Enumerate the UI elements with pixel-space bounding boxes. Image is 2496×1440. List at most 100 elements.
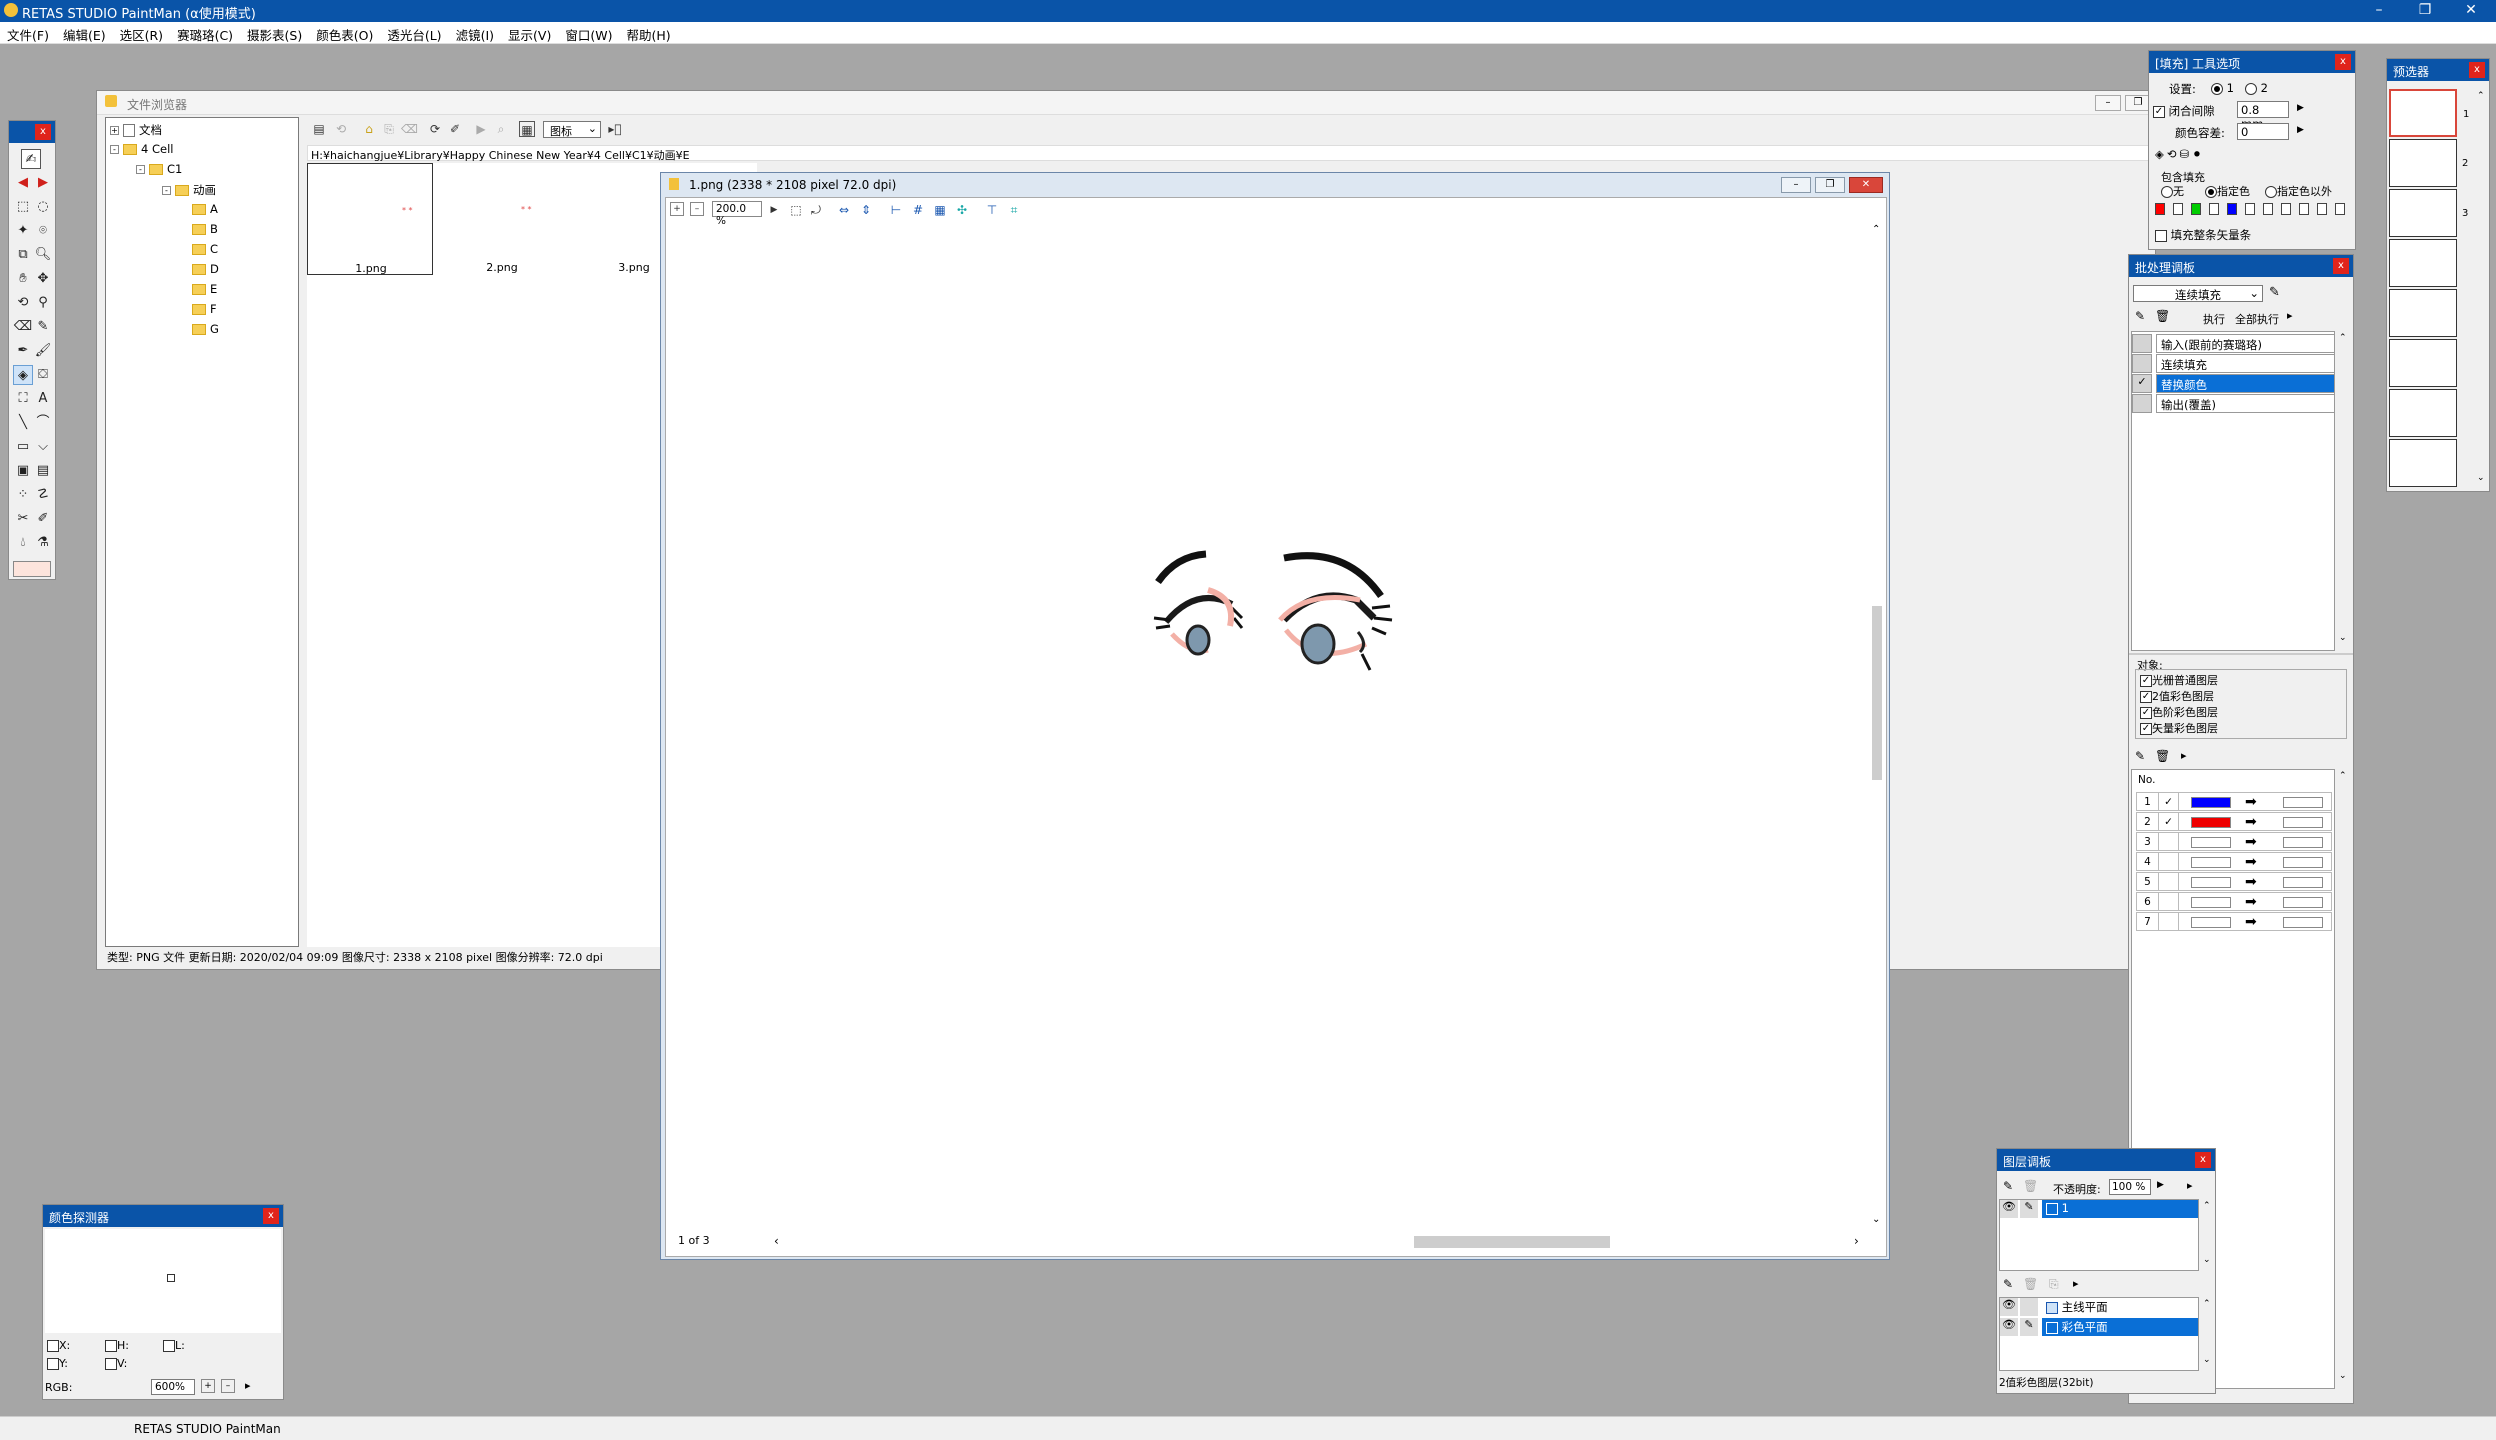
target-color-swatch[interactable] (2283, 917, 2323, 928)
fill-mode-icons[interactable]: ◈⟲⛁⚫ (2155, 147, 2205, 161)
preview-frame[interactable] (2389, 389, 2457, 437)
color-probe-close-icon[interactable]: x (263, 1208, 279, 1224)
menu-view[interactable]: 显示(V) (501, 22, 558, 44)
browser-view-icon[interactable]: ▤ (311, 121, 327, 137)
target-color-swatch[interactable] (2283, 877, 2323, 888)
preview-frame[interactable]: 1 (2389, 89, 2469, 137)
color-replace-row[interactable]: 6 ➡ (2136, 892, 2332, 911)
tolerance-field[interactable]: 0 (2237, 123, 2289, 140)
color-replace-row[interactable]: 4 ➡ (2136, 852, 2332, 871)
menu-edit[interactable]: 编辑(E) (56, 22, 113, 44)
browser-search-icon[interactable]: ⌕ (493, 121, 509, 137)
target-raster[interactable]: ✓ 光栅普通图层 (2140, 672, 2218, 688)
include-color-swatch[interactable] (2155, 203, 2165, 215)
row-enable-checkbox[interactable]: ✓ (2159, 793, 2179, 811)
eyedropper-icon[interactable]: ⚲ (33, 293, 53, 313)
vector-fill-checkbox[interactable]: 填充整条矢量条 (2155, 227, 2251, 243)
browser-menu-icon[interactable]: ▸⃒ (607, 121, 623, 137)
pencil-icon[interactable]: ✎ (33, 317, 53, 337)
ruler-icon[interactable]: ⊢ (888, 202, 904, 218)
browser-refresh-icon[interactable]: ⟳ (427, 121, 443, 137)
include-color-swatch[interactable] (2281, 203, 2291, 215)
paint-icon[interactable]: ✐ (33, 509, 53, 529)
tree-item-4cell[interactable]: -4 Cell (110, 142, 173, 156)
stamp-icon[interactable]: ⛋ (33, 365, 53, 385)
prev-frame-icon[interactable]: ◀ (13, 173, 33, 193)
browser-thumbnail-icon[interactable]: ▦ (519, 121, 535, 137)
tree-item-c[interactable]: C (192, 242, 218, 256)
scroll-right-icon[interactable]: › (1854, 1234, 1859, 1248)
close-gap-checkbox[interactable]: ✓ 闭合间隙 (2153, 103, 2215, 119)
probe-menu-icon[interactable]: ▸ (245, 1379, 251, 1392)
preview-frame[interactable]: 2 (2389, 139, 2468, 187)
fill-options-close-icon[interactable]: x (2335, 54, 2351, 70)
horizontal-scroll-thumb[interactable] (1414, 1236, 1610, 1248)
batch-edit-icon[interactable]: ✎ (2269, 285, 2280, 300)
preview-frame[interactable] (2389, 439, 2457, 487)
rotate-icon[interactable]: ⟲ (13, 293, 33, 313)
colorlist-new-icon[interactable]: ✎ (2135, 749, 2145, 763)
source-color-swatch[interactable] (2191, 897, 2231, 908)
color-replace-row[interactable]: 2 ✓ ➡ (2136, 812, 2332, 831)
file-browser-minimize-icon[interactable]: – (2095, 95, 2121, 111)
source-color-swatch[interactable] (2191, 797, 2231, 808)
include-color-swatch[interactable] (2263, 203, 2273, 215)
tree-item-f[interactable]: F (192, 302, 217, 316)
transform-icon[interactable]: ⧉ (13, 245, 33, 265)
color-table-scrollbar[interactable]: ⌃ ⌄ (2337, 769, 2351, 1389)
smudge-icon[interactable]: ☡ (33, 485, 53, 505)
thumbnail-1[interactable]: * * 1.png (307, 163, 433, 275)
menu-selection[interactable]: 选区(R) (113, 22, 170, 44)
line-icon[interactable]: ╲ (13, 413, 33, 433)
fit-height-icon[interactable]: ⇕ (858, 202, 874, 218)
zoom-field[interactable]: 200.0 % (712, 201, 762, 227)
include-color-swatch[interactable] (2173, 203, 2183, 215)
probe-zoom-select[interactable]: 600% (151, 1379, 195, 1395)
target-binary[interactable]: ✓ 2值彩色图层 (2140, 688, 2214, 704)
close-icon[interactable]: ✕ (2448, 0, 2494, 22)
lighttable-icon[interactable]: ✣ (954, 202, 970, 218)
tree-item-documents[interactable]: + 文档 (110, 122, 162, 138)
lasso-icon[interactable]: ◌ (33, 197, 53, 217)
layer-delete-icon[interactable]: 🗑︎ (2023, 1179, 2038, 1193)
batch-new-icon[interactable]: ✎ (2135, 309, 2145, 323)
flask-icon[interactable]: ⚗ (33, 533, 53, 553)
browser-brush-icon[interactable]: ✐ (447, 121, 463, 137)
colorlist-delete-icon[interactable]: 🗑︎ (2155, 749, 2170, 763)
eraser-icon[interactable]: ⌫ (13, 317, 33, 337)
scroll-up-icon[interactable]: ⌃ (1872, 224, 1880, 235)
fit-width-icon[interactable]: ⇔ (836, 202, 852, 218)
cel-scrollbar[interactable]: ⌃ ⌄ (2201, 1199, 2215, 1271)
thumbnail-2[interactable]: * * 2.png (439, 163, 565, 275)
row-enable-checkbox[interactable] (2159, 913, 2179, 931)
zoom-menu-icon[interactable]: ▶ (766, 202, 782, 218)
pen-icon[interactable]: ✒ (13, 341, 33, 361)
row-enable-checkbox[interactable]: ✓ (2159, 813, 2179, 831)
include-color-swatch[interactable] (2227, 203, 2237, 215)
include-none-radio[interactable]: 无 (2161, 183, 2184, 199)
browser-play-icon[interactable]: ▶ (473, 121, 489, 137)
preview-frame[interactable]: 3 (2389, 189, 2468, 237)
row-enable-checkbox[interactable] (2159, 893, 2179, 911)
target-color-swatch[interactable] (2283, 797, 2323, 808)
menu-color-chart[interactable]: 颜色表(O) (309, 22, 380, 44)
trace-icon[interactable]: ✂ (13, 509, 33, 529)
layer-menu-icon[interactable]: ▸ (2187, 1179, 2193, 1192)
target-vector[interactable]: ✓ 矢量彩色图层 (2140, 720, 2218, 736)
include-color-swatches[interactable] (2155, 201, 2355, 217)
cel-row[interactable]: 👁︎ ✎ 1 (2000, 1200, 2198, 1219)
spray-icon[interactable]: ⁘ (13, 485, 33, 505)
target-color-swatch[interactable] (2283, 857, 2323, 868)
batch-step-input[interactable]: 输入(跟前的赛璐珞) (2132, 334, 2335, 353)
menu-lighttable[interactable]: 透光台(L) (380, 22, 448, 44)
probe-zoom-in-icon[interactable]: + (201, 1379, 215, 1393)
zoom-in-icon[interactable]: + (670, 202, 684, 216)
guide-icon[interactable]: ⊤ (984, 202, 1000, 218)
magic-wand-icon[interactable]: ✦ (13, 221, 33, 241)
row-enable-checkbox[interactable] (2159, 873, 2179, 891)
include-color-swatch[interactable] (2191, 203, 2201, 215)
rectangle-icon[interactable]: ▭ (13, 437, 33, 457)
browser-back-icon[interactable]: ⟲ (333, 121, 349, 137)
preview-scrollbar[interactable]: ⌃ ⌄ (2475, 89, 2489, 489)
tree-item-g[interactable]: G (192, 322, 219, 336)
